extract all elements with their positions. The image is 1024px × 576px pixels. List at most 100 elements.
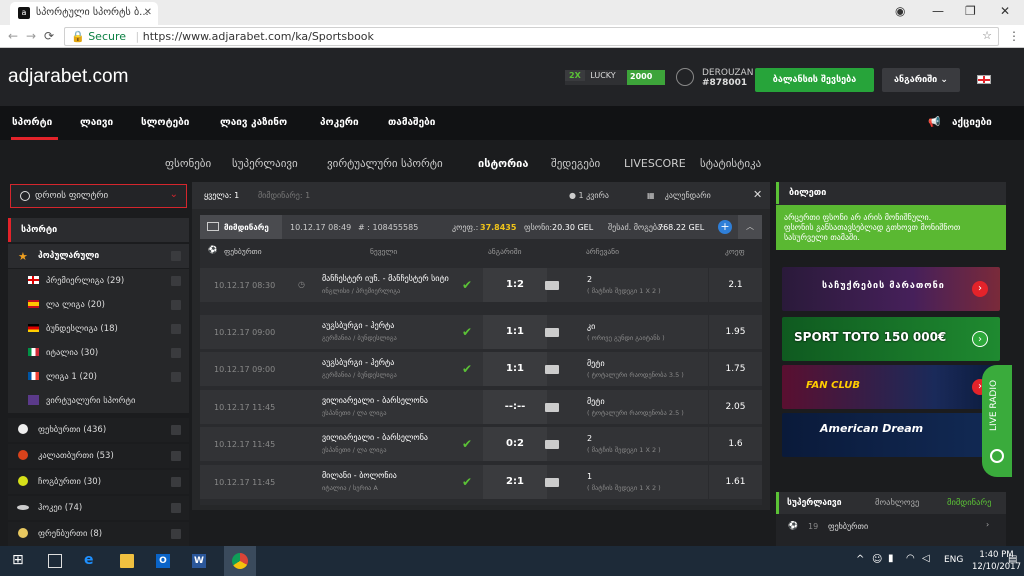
input-language[interactable]: ENG xyxy=(944,555,963,565)
promo-banner-american-dream[interactable]: American Dream xyxy=(782,413,1000,457)
forward-icon[interactable]: → xyxy=(26,29,36,43)
star-icon: ★ xyxy=(18,250,28,263)
volume-icon[interactable]: ◁ xyxy=(922,553,930,564)
people-icon[interactable]: ☺ xyxy=(872,554,882,565)
item-checkbox[interactable] xyxy=(171,300,181,310)
user-info[interactable]: DEROUZAN #878001 xyxy=(676,68,753,90)
tab-upcoming[interactable]: მოახლოვე xyxy=(875,498,919,508)
live-radio-button[interactable]: LIVE RADIO xyxy=(982,365,1012,477)
minimize-icon[interactable]: — xyxy=(932,4,944,18)
lucky-widget[interactable]: 2X LUCKY 2000 xyxy=(565,70,665,85)
promo-banner-fanclub[interactable]: FAN CLUB › xyxy=(782,365,1000,409)
item-checkbox[interactable] xyxy=(171,348,181,358)
back-icon[interactable]: ← xyxy=(8,29,18,43)
item-checkbox[interactable] xyxy=(171,529,181,539)
popular-header[interactable]: ★ პოპულარული xyxy=(8,244,189,268)
reload-icon[interactable]: ⟳ xyxy=(44,29,54,43)
tab-all[interactable]: ყველა: 1 xyxy=(204,191,239,200)
subnav-results[interactable]: შედეგები xyxy=(551,157,600,170)
network-icon[interactable]: ▮ xyxy=(888,553,894,564)
edge-icon[interactable]: e xyxy=(84,552,98,568)
subnav-livescore[interactable]: LIVESCORE xyxy=(624,157,686,170)
sidebar-item-premier-league[interactable]: პრემიერლიგა (29) xyxy=(8,269,189,293)
close-window-icon[interactable]: ✕ xyxy=(1000,4,1010,18)
subnav-superlive[interactable]: სუპერლაივი xyxy=(232,157,298,170)
tab-current-bet[interactable]: მიმდინარე xyxy=(200,215,282,239)
item-checkbox[interactable] xyxy=(171,503,181,513)
close-icon[interactable]: ✕ xyxy=(753,188,762,201)
nav-slots[interactable]: სლოტები xyxy=(141,117,189,128)
close-tab-icon[interactable]: ✕ xyxy=(144,7,152,18)
collapse-icon[interactable]: ︿ xyxy=(738,215,762,239)
menu-dots-icon[interactable]: ⋮ xyxy=(1008,29,1020,43)
banner-text: SPORT TOTO 150 000€ xyxy=(794,330,947,344)
tab-live-now[interactable]: მიმდინარე xyxy=(947,498,991,508)
sidebar-item-italy[interactable]: იტალია (30) xyxy=(8,341,189,365)
item-checkbox[interactable] xyxy=(171,451,181,461)
deposit-button[interactable]: ბალანსის შევსება xyxy=(755,68,874,92)
sports-header[interactable]: სპორტი xyxy=(8,218,189,242)
item-checkbox[interactable] xyxy=(171,425,181,435)
nav-promotions[interactable]: აქციები xyxy=(952,117,992,128)
language-flag-icon[interactable] xyxy=(977,75,991,84)
match-teams: მილანი - ბოლონია xyxy=(322,471,397,480)
time-filter-dropdown[interactable]: დროის ფილტრი ⌄ xyxy=(10,184,187,208)
sidebar-item-volleyball[interactable]: ფრენბურთი (8) xyxy=(8,522,189,546)
popular-checkbox[interactable] xyxy=(171,251,181,261)
sidebar-item-basketball[interactable]: კალათბურთი (53) xyxy=(8,444,189,468)
bet-date: 10.12.17 08:49 xyxy=(290,223,352,232)
nav-sport[interactable]: სპორტი xyxy=(12,117,52,128)
subnav-bets[interactable]: ფსონები xyxy=(165,157,211,170)
item-checkbox[interactable] xyxy=(171,477,181,487)
match-teams: მანჩესტერ იუნ. - მანჩესტერ სიტი xyxy=(322,274,449,283)
superlive-row-football[interactable]: ⚽ 19 ფეხბურთი › xyxy=(776,516,1006,538)
calendar-button[interactable]: ▦ კალენდარი xyxy=(647,191,711,200)
bookmark-star-icon[interactable]: ☆ xyxy=(982,29,992,42)
task-view-icon[interactable] xyxy=(48,554,62,568)
word-icon[interactable]: W xyxy=(192,554,206,568)
promo-banner-sporttoto[interactable]: SPORT TOTO 150 000€ › xyxy=(782,317,1000,361)
url-input[interactable]: 🔒 Secure | https://www.adjarabet.com/ka/… xyxy=(64,27,999,46)
chrome-taskbar-button[interactable] xyxy=(224,546,256,576)
subnav-virtual[interactable]: ვირტუალური სპორტი xyxy=(327,157,443,170)
outlook-icon[interactable]: O xyxy=(156,554,170,568)
file-explorer-icon[interactable] xyxy=(120,554,134,568)
account-button[interactable]: ანგარიში ⌄ xyxy=(882,68,960,92)
sidebar-item-football[interactable]: ფეხბურთი (436) xyxy=(8,418,189,442)
video-icon[interactable] xyxy=(545,403,559,412)
sidebar-item-virtual[interactable]: ვირტუალური სპორტი xyxy=(8,389,189,413)
video-icon[interactable] xyxy=(545,281,559,290)
subnav-history[interactable]: ისტორია xyxy=(478,157,528,170)
item-checkbox[interactable] xyxy=(171,324,181,334)
nav-games[interactable]: თამაშები xyxy=(388,117,435,128)
item-checkbox[interactable] xyxy=(171,372,181,382)
restore-icon[interactable]: ❐ xyxy=(965,4,976,18)
item-checkbox[interactable] xyxy=(171,276,181,286)
tray-up-icon[interactable]: ^ xyxy=(856,554,864,565)
subnav-statistics[interactable]: სტატისტიკა xyxy=(700,157,761,170)
tab-superlive[interactable]: სუპერლაივი xyxy=(787,498,842,508)
sidebar-item-tennis[interactable]: ჩოგბურთი (30) xyxy=(8,470,189,494)
video-icon[interactable] xyxy=(545,440,559,449)
sidebar-item-bundesliga[interactable]: ბუნდესლიგა (18) xyxy=(8,317,189,341)
profile-icon[interactable]: ◉ xyxy=(895,4,905,18)
nav-live[interactable]: ლაივი xyxy=(80,117,113,128)
browser-tab[interactable]: a სპორტული სპორტს ბ... ✕ xyxy=(10,2,158,25)
sidebar-item-ligue-1[interactable]: ლიგა 1 (20) xyxy=(8,365,189,389)
sidebar-item-label: ფრენბურთი (8) xyxy=(38,529,103,539)
sidebar-item-hockey[interactable]: ჰოკეი (74) xyxy=(8,496,189,520)
period-selector[interactable]: ● 1 კვირა xyxy=(569,191,609,200)
tab-current[interactable]: მიმდინარე: 1 xyxy=(258,191,310,200)
video-icon[interactable] xyxy=(545,478,559,487)
promo-banner-gifts[interactable]: საჩუქრების მარათონი › xyxy=(782,267,1000,311)
sidebar-item-la-liga[interactable]: ლა ლიგა (20) xyxy=(8,293,189,317)
wifi-icon[interactable]: ◠ xyxy=(906,553,915,564)
add-icon[interactable]: + xyxy=(718,220,732,234)
logo[interactable]: adjarabet.com xyxy=(8,66,128,88)
video-icon[interactable] xyxy=(545,365,559,374)
video-icon[interactable] xyxy=(545,328,559,337)
nav-poker[interactable]: პოკერი xyxy=(320,117,359,128)
notification-icon[interactable]: ▤ xyxy=(1008,554,1017,565)
windows-start-icon[interactable]: ⊞ xyxy=(12,552,26,568)
nav-live-casino[interactable]: ლაივ კაზინო xyxy=(220,117,287,128)
